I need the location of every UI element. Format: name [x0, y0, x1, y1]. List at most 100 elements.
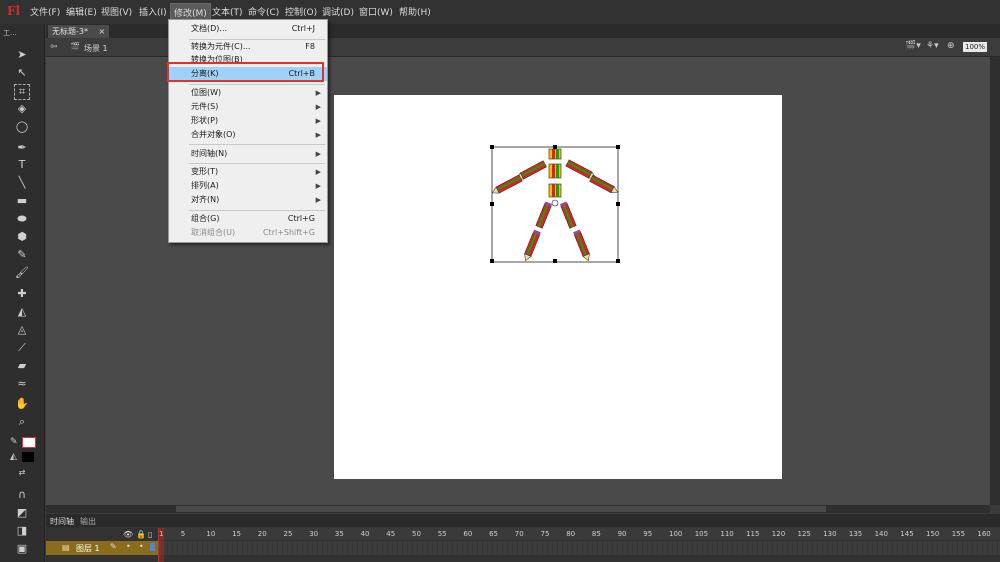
pencil-tool-icon[interactable]: ✎	[14, 248, 30, 262]
back-arrow-icon[interactable]: ⇦	[50, 42, 58, 52]
menu-item-label: 转换为元件(C)...	[191, 42, 251, 51]
frame-number: 5	[180, 530, 186, 538]
menu-item-label: 转换为位图(B)	[191, 55, 243, 62]
frame-grid[interactable]	[158, 541, 1000, 555]
horizontal-scroll-thumb[interactable]	[176, 506, 826, 512]
frame-number: 45	[386, 530, 396, 538]
zoom-field[interactable]: 100%	[963, 42, 987, 52]
document-tab[interactable]: 无标题-3* ×	[48, 25, 110, 38]
pencil-figure-graphic[interactable]	[488, 142, 624, 266]
frame-number: 100	[669, 530, 683, 538]
menu-insert[interactable]: 插入(I)	[139, 5, 167, 18]
straighten-icon[interactable]: ◨	[14, 524, 30, 538]
selection-tool-icon[interactable]: ➤	[14, 48, 30, 62]
rectangle-tool-icon[interactable]: ▬	[14, 194, 30, 208]
menu-item-bitmap[interactable]: 位图(W) ▶	[169, 86, 327, 100]
submenu-arrow-icon: ▶	[315, 196, 321, 204]
menu-debug[interactable]: 调试(D)	[322, 5, 354, 18]
menu-help[interactable]: 帮助(H)	[399, 5, 431, 18]
timeline-tabs	[46, 514, 1000, 527]
hand-tool-icon[interactable]: ✋	[14, 397, 30, 411]
frame-number: 55	[437, 530, 447, 538]
menu-file[interactable]: 文件(F)	[30, 5, 60, 18]
menu-item-label: 变形(T)	[191, 167, 219, 176]
menu-item-document[interactable]: 文档(D)... Ctrl+J	[169, 22, 327, 36]
layer-visible-dot[interactable]: •	[126, 542, 131, 551]
playhead[interactable]	[158, 528, 164, 562]
center-stage-icon[interactable]: ⊕	[947, 41, 955, 51]
layer-name[interactable]: 图层 1	[76, 543, 100, 554]
menu-item-convert-to-symbol[interactable]: 转换为元件(C)... F8	[169, 40, 327, 54]
3d-rotation-tool-icon[interactable]: ◈	[14, 102, 30, 116]
frame-number: 50	[412, 530, 421, 538]
layer-lock-dot[interactable]: •	[139, 542, 144, 551]
document-tab-label: 无标题-3*	[52, 27, 88, 36]
menu-item-align[interactable]: 对齐(N) ▶	[169, 193, 327, 207]
options-icon[interactable]: ▣	[14, 542, 30, 556]
menu-item-shape[interactable]: 形状(P) ▶	[169, 114, 327, 128]
scene-label: 场景 1	[84, 44, 108, 53]
menu-item-ungroup[interactable]: 取消组合(U) Ctrl+Shift+G	[169, 226, 327, 240]
menu-item-combine-objects[interactable]: 合并对象(O) ▶	[169, 128, 327, 142]
menu-separator	[189, 84, 325, 85]
frame-number: 155	[951, 530, 966, 538]
free-transform-tool-icon[interactable]: ⌗	[14, 84, 30, 100]
frame-number: 40	[360, 530, 370, 538]
menu-item-label: 元件(S)	[191, 102, 219, 111]
eraser-tool-icon[interactable]: ▰	[14, 359, 30, 373]
menu-view[interactable]: 视图(V)	[101, 5, 132, 18]
menu-commands[interactable]: 命令(C)	[248, 5, 279, 18]
close-icon[interactable]: ×	[99, 27, 106, 36]
fill-color-swatch[interactable]: ◭	[10, 452, 34, 462]
lasso-tool-icon[interactable]: ◯	[14, 120, 30, 134]
frame-number: 60	[463, 530, 473, 538]
pen-tool-icon[interactable]: ✒	[14, 141, 30, 155]
frame-number: 90	[617, 530, 627, 538]
width-tool-icon[interactable]: ≈	[14, 377, 30, 391]
menu-edit[interactable]: 编辑(E)	[66, 5, 97, 18]
snap-to-objects-icon[interactable]: ∩	[14, 488, 30, 502]
paint-bucket-tool-icon[interactable]: ◭	[14, 305, 30, 319]
ink-bottle-tool-icon[interactable]: ◬	[14, 323, 30, 337]
zoom-tool-icon[interactable]: ⌕	[14, 415, 30, 429]
menu-item-label: 形状(P)	[191, 116, 219, 125]
brush-tool-icon[interactable]: 🖌	[14, 266, 30, 280]
eyedropper-tool-icon[interactable]: ⟋	[14, 341, 30, 355]
horizontal-scrollbar[interactable]	[46, 505, 990, 513]
menu-separator	[189, 144, 325, 145]
subselection-tool-icon[interactable]: ↖	[14, 66, 30, 80]
frame-number: 30	[309, 530, 319, 538]
oval-tool-icon[interactable]: ⬬	[14, 212, 30, 226]
edit-symbol-icon[interactable]: ⚘▾	[926, 41, 939, 51]
menu-control[interactable]: 控制(O)	[285, 5, 317, 18]
tools-panel-label: 工...	[3, 29, 17, 37]
layer-row[interactable]: ▤ 图层 1 ✎ • •	[46, 541, 158, 555]
menu-window[interactable]: 窗口(W)	[359, 5, 393, 18]
tab-output[interactable]: 输出	[80, 516, 96, 527]
frame-number: 80	[566, 530, 576, 538]
bone-tool-icon[interactable]: ✚	[14, 287, 30, 301]
menu-text[interactable]: 文本(T)	[212, 5, 243, 18]
menu-item-arrange[interactable]: 排列(A) ▶	[169, 179, 327, 193]
menu-item-transform[interactable]: 变形(T) ▶	[169, 165, 327, 179]
frame-number: 95	[643, 530, 653, 538]
menu-item-group[interactable]: 组合(G) Ctrl+G	[169, 212, 327, 226]
outline-layers-icon[interactable]: ▯	[148, 530, 152, 539]
show-hide-layers-icon[interactable]: 👁	[123, 530, 133, 539]
menu-item-timeline[interactable]: 时间轴(N) ▶	[169, 147, 327, 161]
layer-outline-square[interactable]	[150, 543, 155, 551]
menu-item-symbol[interactable]: 元件(S) ▶	[169, 100, 327, 114]
swap-colors-icon[interactable]: ⇄	[14, 466, 30, 480]
menu-separator	[189, 163, 325, 164]
menu-item-convert-to-bitmap[interactable]: 转换为位图(B)	[169, 53, 327, 62]
edit-scene-icon[interactable]: 🎬▾	[905, 41, 921, 51]
tab-timeline[interactable]: 时间轴	[50, 516, 74, 527]
smooth-icon[interactable]: ◩	[14, 506, 30, 520]
stroke-color-swatch[interactable]: ✎	[10, 437, 36, 448]
line-tool-icon[interactable]: ╲	[14, 176, 30, 190]
polystar-tool-icon[interactable]: ⬢	[14, 230, 30, 244]
vertical-scrollbar[interactable]	[990, 57, 1000, 505]
frame-number: 145	[900, 530, 914, 538]
lock-layers-icon[interactable]: 🔒	[136, 530, 146, 539]
text-tool-icon[interactable]: T	[14, 158, 30, 172]
